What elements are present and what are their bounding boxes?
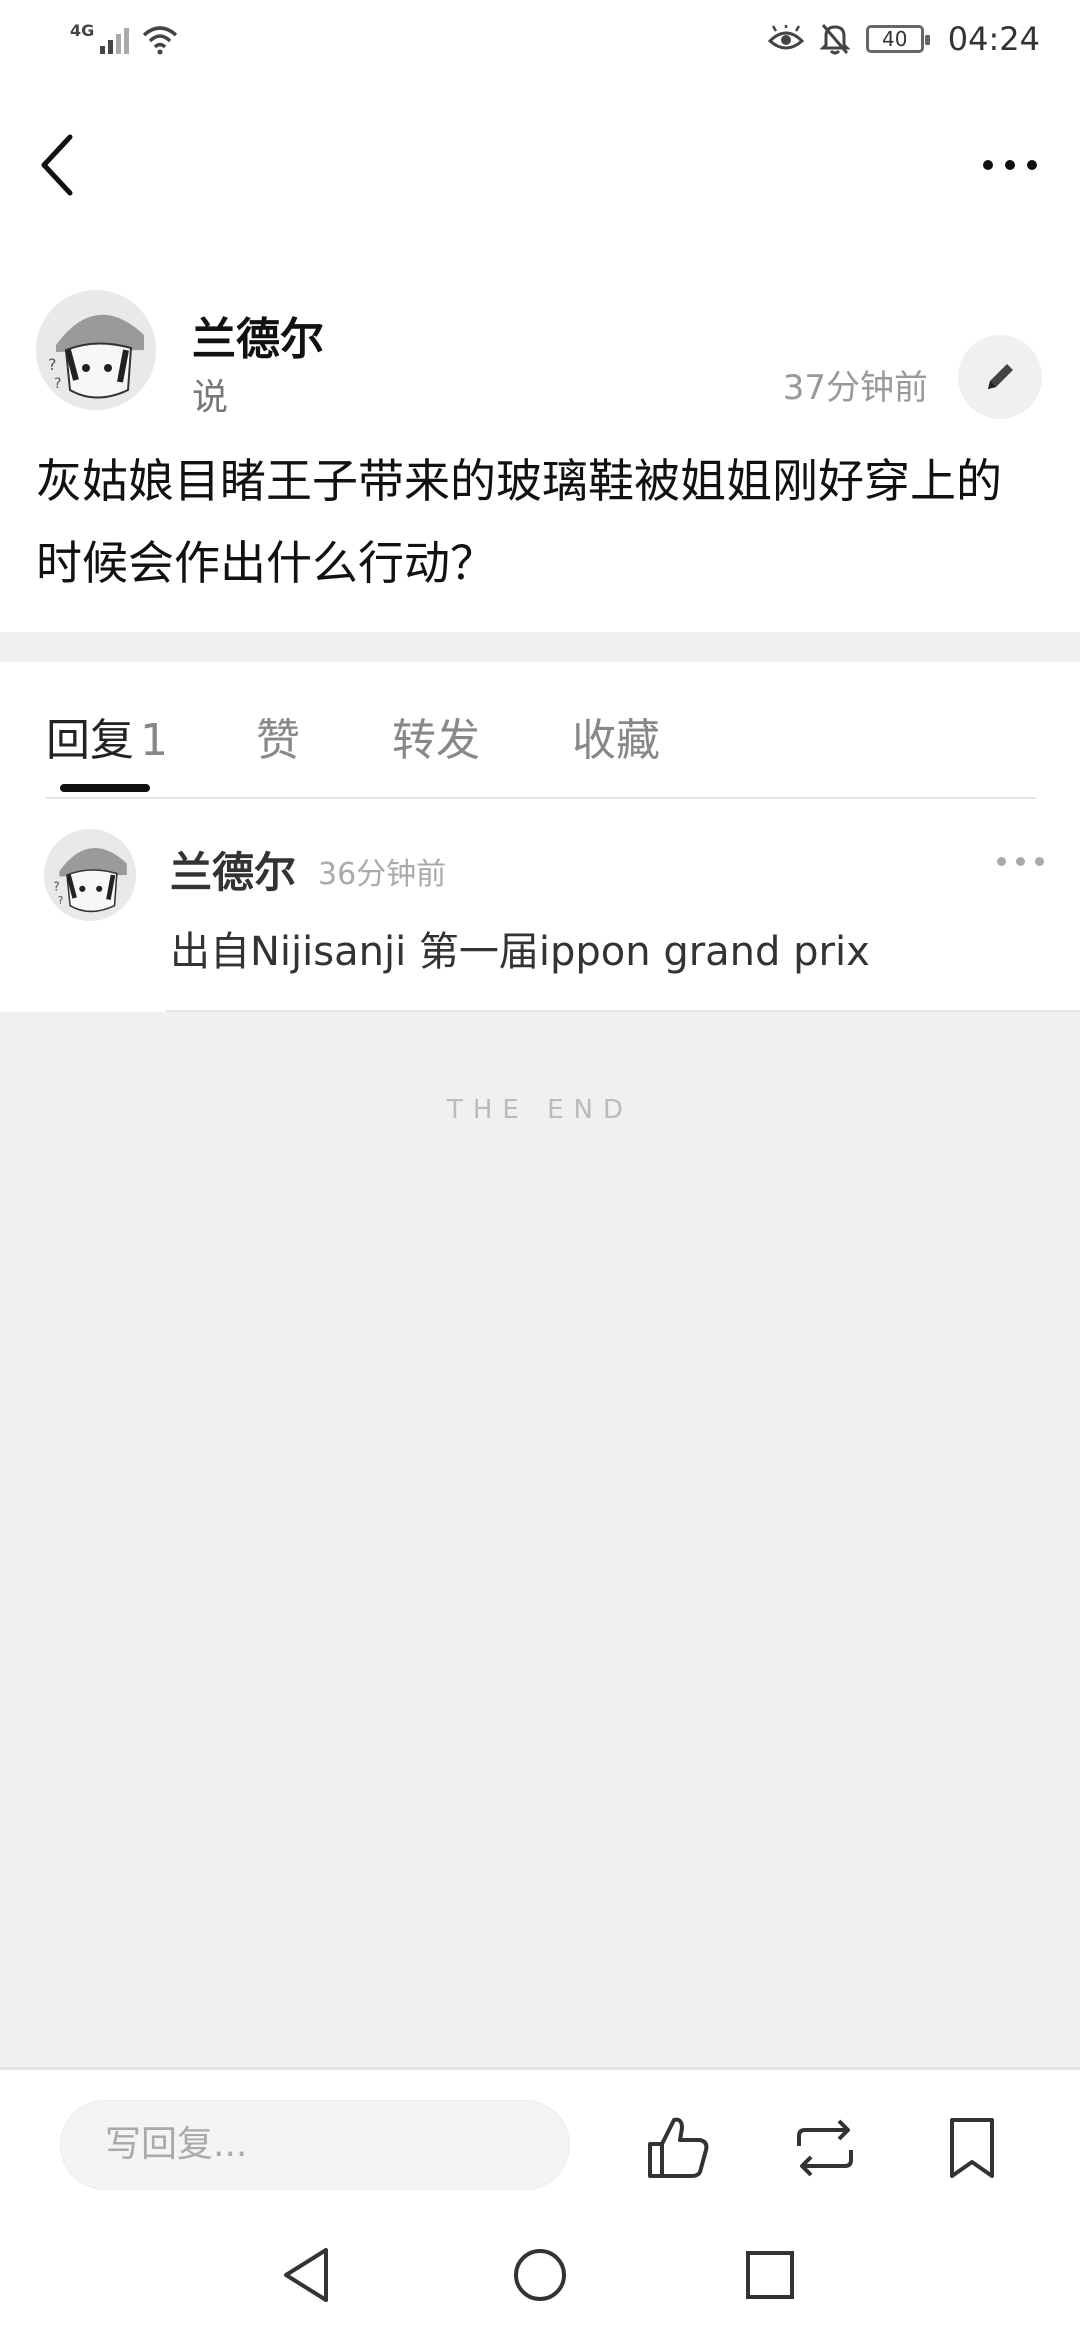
interaction-section: 回复 1 赞 转发 收藏 ? ? 兰德尔 36分钟前 出自Nijisanji 第… [0,662,1080,1012]
battery-level: 40 [882,27,908,51]
triangle-back-icon [284,2248,328,2302]
reply-divider [166,1010,1080,1012]
nav-home-button[interactable] [505,2240,575,2310]
svg-text:?: ? [53,879,60,893]
edit-button[interactable] [958,335,1042,419]
back-arrow-icon [41,134,73,196]
tab-replies-count: 1 [140,715,168,766]
forward-button[interactable] [787,2110,863,2186]
avatar-image: ? ? [44,829,136,921]
nav-recents-button[interactable] [735,2240,805,2310]
post-card: ? ? 兰德尔 说 37分钟前 灰姑娘目睹王子带来的玻璃鞋被姐姐刚好穿上的时候会… [0,235,1080,632]
tab-replies[interactable]: 回复 1 [46,704,168,768]
bookmark-icon [950,2118,994,2178]
post-verb: 说 [192,377,229,418]
like-button[interactable] [640,2110,716,2186]
the-end-label: THE END [446,1095,634,1125]
tab-forwards-label: 转发 [392,715,480,766]
battery-icon: 40 [865,25,930,53]
mute-bell-icon [819,24,850,55]
eye-icon [767,25,804,50]
reply-avatar[interactable]: ? ? [44,829,136,921]
nav-back-button[interactable] [272,2240,342,2310]
system-nav-bar [0,2220,1080,2340]
repost-icon [797,2119,853,2177]
avatar-image: ? ? [36,290,156,410]
pencil-icon [988,364,1013,389]
reply-input[interactable]: 写回复... [60,2100,570,2190]
status-bar: 4G 40 04:24 [0,0,1080,90]
tab-likes-label: 赞 [256,715,300,766]
tab-collections-label: 收藏 [572,715,660,766]
clock: 04:24 [947,20,1040,58]
tab-collections[interactable]: 收藏 [572,704,660,768]
bottom-bar: 写回复... [0,2067,1080,2340]
dot [996,856,1006,866]
dot [1005,160,1015,170]
tab-likes[interactable]: 赞 [256,704,300,768]
reply-author-name[interactable]: 兰德尔 [170,839,296,900]
reply-content: 出自Nijisanji 第一届ippon grand prix [170,929,870,975]
status-right: 40 04:24 [767,20,1040,58]
reply-time: 36分钟前 [318,857,447,892]
author-avatar[interactable]: ? ? [36,290,156,410]
dot [1027,160,1037,170]
circle-home-icon [514,2249,566,2301]
svg-text:?: ? [54,376,61,392]
more-options-button[interactable] [970,135,1050,195]
reply-more-button[interactable] [990,851,1050,871]
bookmark-button[interactable] [934,2110,1010,2186]
tab-forwards[interactable]: 转发 [392,704,480,768]
wifi-icon [143,26,178,55]
reply-item: ? ? 兰德尔 36分钟前 出自Nijisanji 第一届ippon grand… [0,799,1080,1012]
square-recents-icon [746,2251,794,2299]
svg-text:?: ? [48,355,57,374]
thumbs-up-icon [648,2117,709,2178]
network-type: 4G [70,20,95,40]
post-author-name[interactable]: 兰德尔 [192,303,324,367]
status-left: 4G [70,21,180,55]
tab-active-indicator [60,784,150,792]
dot [1015,856,1025,866]
top-bar [0,90,1080,235]
svg-text:?: ? [58,894,64,907]
tab-replies-label: 回复 [46,715,134,766]
post-time: 37分钟前 [782,368,928,408]
tab-bar: 回复 1 赞 转发 收藏 [0,662,1080,797]
back-button[interactable] [30,125,90,205]
post-content: 灰姑娘目睹王子带来的玻璃鞋被姐姐刚好穿上的时候会作出什么行动？ [36,454,1002,590]
dot [1034,856,1044,866]
dot [983,160,993,170]
signal-icon [100,28,130,54]
